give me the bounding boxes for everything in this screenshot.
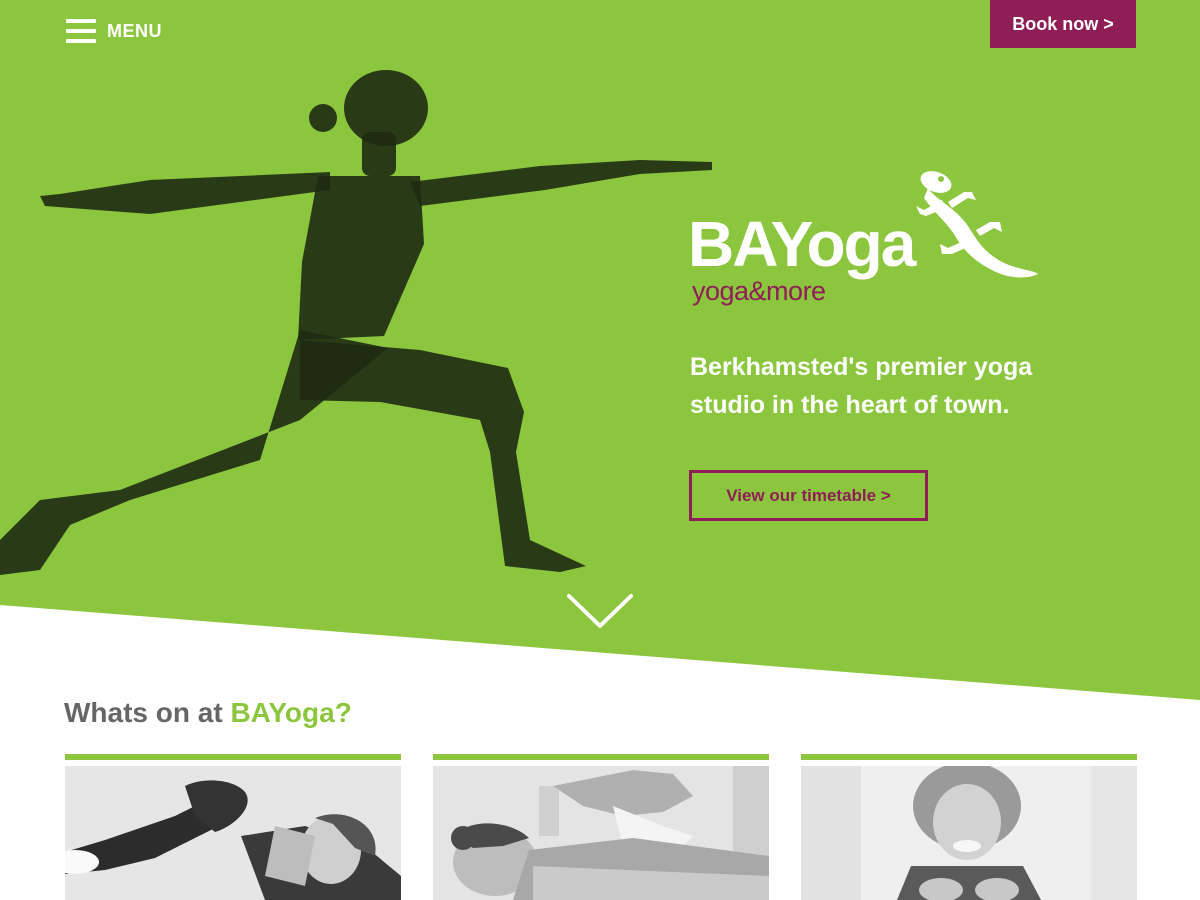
hero-section: MENU Book now > BAYoga yoga&more Berkham…: [0, 0, 1200, 700]
logo-wordmark: BAYoga: [688, 208, 916, 280]
logo[interactable]: BAYoga yoga&more: [688, 170, 1048, 310]
view-timetable-button[interactable]: View our timetable >: [689, 470, 928, 521]
logo-tagline: yoga&more: [692, 276, 826, 306]
hero-yoga-figure-image: [0, 70, 712, 575]
whats-on-card-3[interactable]: [801, 754, 1137, 900]
hero-tagline: Berkhamsted's premier yoga studio in the…: [690, 353, 1033, 419]
chevron-down-icon[interactable]: [565, 592, 635, 632]
menu-toggle[interactable]: MENU: [66, 19, 162, 43]
book-now-button[interactable]: Book now >: [990, 0, 1136, 48]
whats-on-card-2[interactable]: [433, 754, 769, 900]
card-image-massage: [433, 766, 769, 900]
card-accent-bar: [65, 754, 401, 760]
card-accent-bar: [801, 754, 1137, 760]
menu-label: MENU: [107, 20, 162, 41]
card-image-stretch: [801, 766, 1137, 900]
card-accent-bar: [433, 754, 769, 760]
whats-on-heading-prefix: Whats on at: [64, 697, 231, 728]
whats-on-card-1[interactable]: [65, 754, 401, 900]
menu-icon: [66, 19, 96, 43]
card-image-pilates: [65, 766, 401, 900]
whats-on-cards: [65, 754, 1137, 900]
whats-on-heading-brand: BAYoga?: [230, 697, 352, 728]
gecko-icon: [916, 171, 1038, 278]
whats-on-heading: Whats on at BAYoga?: [64, 697, 352, 729]
